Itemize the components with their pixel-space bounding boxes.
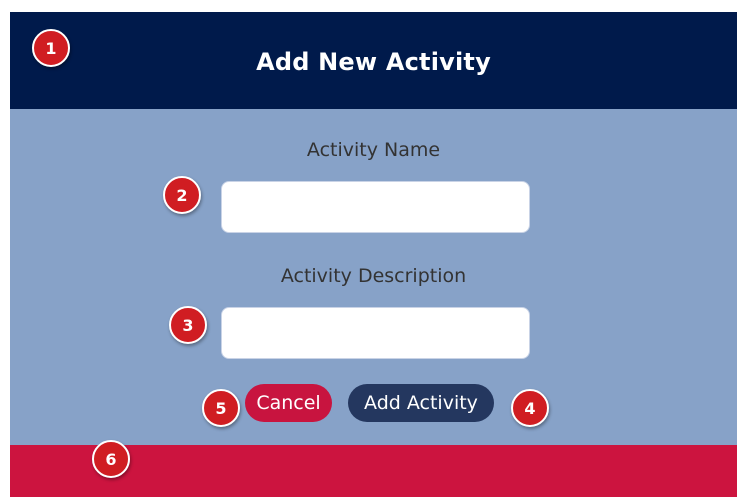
annotation-marker-3: 3 — [169, 306, 207, 344]
activity-name-input[interactable] — [221, 181, 530, 233]
annotation-marker-2: 2 — [163, 176, 201, 214]
activity-description-label: Activity Description — [280, 265, 467, 287]
add-activity-button[interactable]: Add Activity — [348, 384, 494, 422]
activity-form: Activity Name Activity Description Cance… — [10, 109, 737, 445]
annotation-marker-1: 1 — [32, 29, 70, 67]
dialog-title: Add New Activity — [256, 48, 491, 76]
activity-description-input[interactable] — [221, 307, 530, 359]
annotation-marker-5: 5 — [202, 389, 240, 427]
add-activity-dialog: Add New Activity Activity Name Activity … — [10, 12, 737, 497]
activity-name-label: Activity Name — [306, 139, 441, 161]
annotation-marker-4: 4 — [511, 389, 549, 427]
dialog-header: Add New Activity — [10, 12, 737, 109]
annotation-marker-6: 6 — [92, 440, 130, 478]
cancel-button[interactable]: Cancel — [245, 384, 332, 422]
